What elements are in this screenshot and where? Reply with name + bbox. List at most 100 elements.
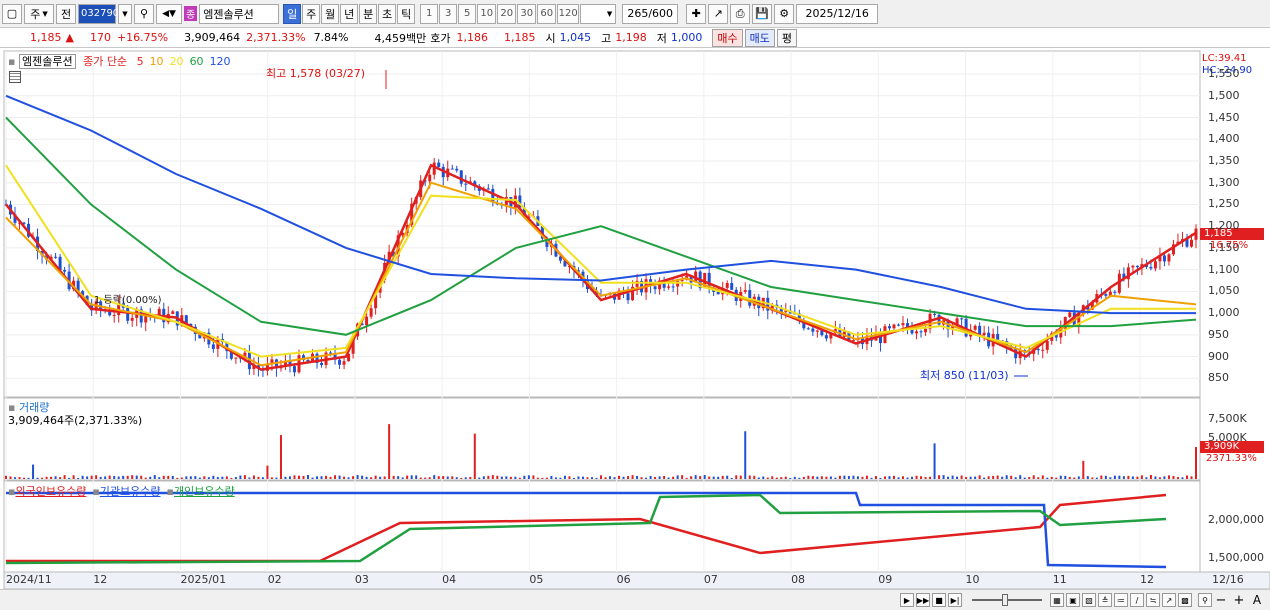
volume-bar (870, 477, 873, 479)
price-y-tick: 1,550 (1208, 67, 1240, 81)
interval-tab[interactable]: 5 (458, 3, 477, 24)
period-tab[interactable]: 초 (378, 3, 397, 24)
volume-bar (563, 475, 566, 479)
interval-tab[interactable]: 60 (537, 3, 557, 24)
period-select[interactable]: 주 ▼ (24, 3, 54, 24)
volume-bar (284, 476, 287, 479)
sound-icon[interactable]: ◀▼ (156, 3, 182, 24)
chart-type-icon[interactable]: ≙ (1098, 593, 1112, 607)
draw-tool-icon[interactable]: ↗ (708, 3, 729, 24)
interval-custom-select[interactable]: ▼ (580, 3, 617, 24)
date-field[interactable]: 2025/12/16 (796, 3, 879, 24)
period-tabs: 일주월년분초틱 (283, 3, 416, 24)
interval-tab[interactable]: 120 (557, 3, 580, 24)
volume-bar (95, 475, 98, 479)
layout-icon[interactable]: ▦ (1050, 593, 1064, 607)
volume-bar (81, 475, 84, 479)
volume-bar (239, 475, 242, 479)
volume-bar (888, 476, 891, 479)
screen-icon[interactable]: ▩ (1178, 593, 1192, 607)
volume-bar (212, 475, 215, 479)
volume-bar (654, 476, 657, 479)
search-zoom-icon[interactable]: ⚲ (1198, 593, 1212, 607)
zoom-in-button[interactable]: + (1232, 593, 1246, 608)
stop-icon[interactable]: ■ (932, 593, 946, 607)
volume-bar (902, 476, 905, 479)
volume-bar (748, 475, 751, 479)
zoom-slider-handle[interactable] (1002, 594, 1008, 606)
auto-scale-button[interactable]: A (1250, 593, 1264, 607)
interval-tab[interactable]: 1 (420, 3, 439, 24)
prev-button[interactable]: 전 (56, 3, 76, 24)
bar-count-field[interactable]: 265 /600 (622, 3, 679, 24)
ask-label: 호가 (430, 31, 451, 45)
candle-body (130, 317, 134, 321)
candle-body (1162, 255, 1166, 262)
volume-bar (221, 476, 224, 479)
candle-body (653, 286, 657, 290)
zoom-out-button[interactable]: − (1214, 593, 1228, 608)
volume-bar (947, 476, 950, 479)
print-icon[interactable]: ⎙ (730, 3, 751, 24)
stock-code-input[interactable]: 032790 (78, 3, 119, 24)
period-tab[interactable]: 월 (321, 3, 340, 24)
holding-y-tick: 2,000,000 (1208, 513, 1264, 526)
volume-bar (545, 477, 548, 479)
fibonacci-icon[interactable]: ≒ (1146, 593, 1160, 607)
volume-bar (99, 476, 102, 479)
interval-tab[interactable]: 20 (497, 3, 517, 24)
interval-tab[interactable]: 30 (517, 3, 537, 24)
volume-bar (1167, 475, 1170, 479)
volume-bar (77, 477, 80, 479)
compare-icon[interactable]: ▣ (1066, 593, 1080, 607)
candle-body (919, 331, 923, 333)
period-tab[interactable]: 분 (359, 3, 378, 24)
fast-forward-icon[interactable]: ▶▶ (916, 593, 930, 607)
eval-button[interactable]: 평 (776, 28, 797, 47)
interval-tab[interactable]: 3 (439, 3, 458, 24)
candle-body (1149, 266, 1153, 269)
volume-bar (167, 475, 170, 479)
volume-bar (59, 477, 62, 479)
save-icon[interactable]: 💾 (752, 3, 773, 24)
table-icon[interactable] (9, 71, 21, 83)
price-chart[interactable] (0, 49, 1270, 589)
volume-bar (1100, 475, 1103, 479)
line-tool-icon[interactable]: ∕ (1130, 593, 1144, 607)
indicator-icon[interactable]: ≔ (1114, 593, 1128, 607)
sell-button[interactable]: 매도 (744, 28, 775, 47)
gear-icon[interactable]: ⚙ (774, 3, 795, 24)
layout-icon[interactable]: ▢ (2, 3, 22, 24)
volume-bar (180, 477, 183, 479)
next-icon[interactable]: ▶| (948, 593, 962, 607)
price-y-tick: 1,300 (1208, 175, 1240, 189)
volume-bar (825, 476, 828, 479)
volume-bar (365, 476, 368, 479)
period-tab[interactable]: 틱 (397, 3, 416, 24)
volume-bar (1005, 475, 1008, 479)
ma-legend-item: 20 (169, 55, 184, 68)
pointer-icon[interactable]: ↗ (1162, 593, 1176, 607)
volume-bar (1019, 475, 1022, 479)
crosshair-icon[interactable]: ✚ (686, 3, 707, 24)
period-tab[interactable]: 주 (302, 3, 321, 24)
volume-bar (374, 475, 377, 479)
volume-bar (811, 476, 814, 479)
grid-icon[interactable]: ▧ (1082, 593, 1096, 607)
period-tab[interactable]: 일 (283, 3, 302, 24)
period-tab[interactable]: 년 (340, 3, 359, 24)
interval-tab[interactable]: 10 (477, 3, 497, 24)
search-icon[interactable]: ⚲ (134, 3, 154, 24)
x-axis-label: 06 (616, 573, 631, 586)
volume-bar (36, 477, 39, 479)
buy-button[interactable]: 매수 (712, 28, 743, 47)
stock-name-field[interactable]: 엠젠솔루션 (199, 3, 280, 24)
volume-bar (149, 476, 152, 479)
volume-bar (135, 475, 138, 479)
volume-y-tick: 7,500K (1208, 412, 1247, 425)
volume-bar (1068, 476, 1071, 479)
stock-dropdown-button[interactable]: ▼ (118, 3, 132, 24)
volume-bar (577, 476, 580, 479)
volume-bar (72, 475, 75, 479)
play-icon[interactable]: ▶ (900, 593, 914, 607)
